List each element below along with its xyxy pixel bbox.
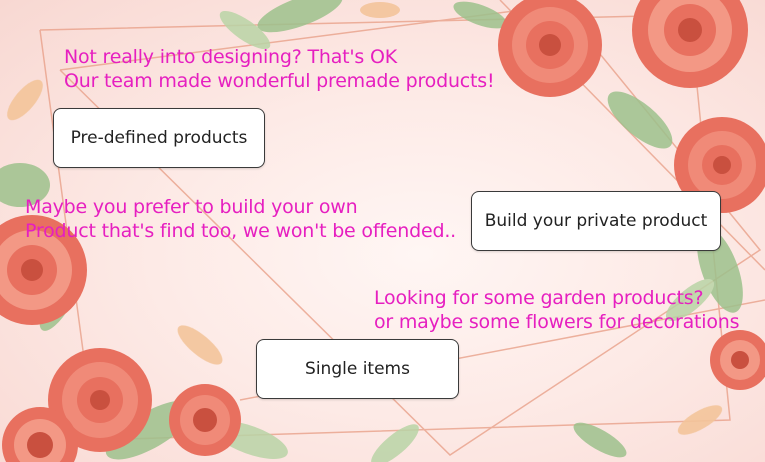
- garden-message-line-1: Looking for some garden products?: [374, 287, 704, 309]
- premade-message-line-1: Not really into designing? That's OK: [64, 46, 397, 68]
- build-message-line-2: Product that's find too, we won't be off…: [25, 220, 457, 242]
- predefined-products-button[interactable]: Pre-defined products: [53, 108, 265, 168]
- build-message-line-1: Maybe you prefer to build your own: [25, 196, 358, 218]
- garden-message: Looking for some garden products? or may…: [374, 286, 740, 334]
- build-message: Maybe you prefer to build your own Produ…: [25, 195, 456, 243]
- premade-message-line-2: Our team made wonderful premade products…: [64, 70, 495, 92]
- build-private-product-button[interactable]: Build your private product: [471, 191, 721, 251]
- garden-message-line-2: or maybe some flowers for decorations: [374, 311, 740, 333]
- premade-message: Not really into designing? That's OK Our…: [64, 45, 495, 93]
- single-items-button[interactable]: Single items: [256, 339, 459, 399]
